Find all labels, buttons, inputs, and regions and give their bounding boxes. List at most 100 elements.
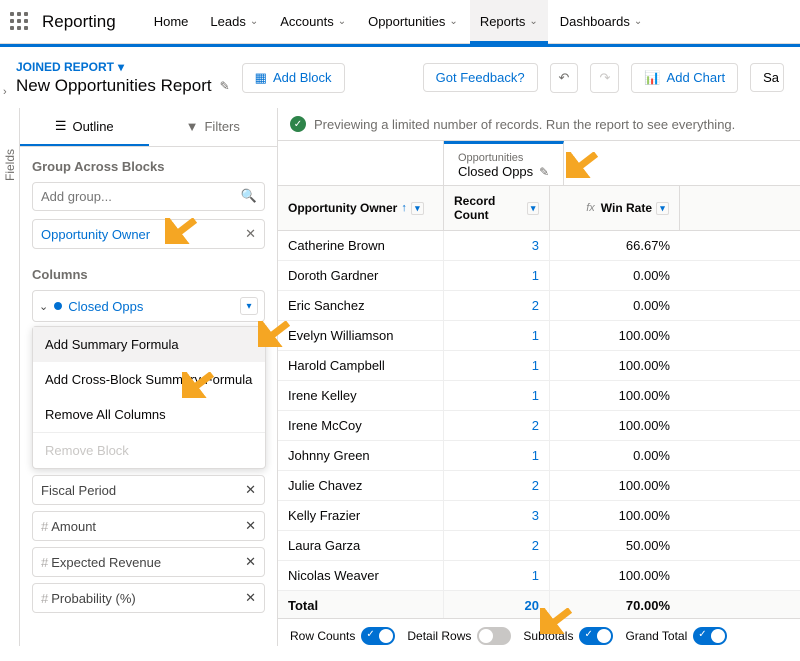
column-pill[interactable]: #Probability (%)✕ (32, 583, 265, 613)
app-name: Reporting (42, 12, 116, 32)
cell-count[interactable]: 1 (444, 381, 550, 410)
subtotals-toggle[interactable]: ✓ (579, 627, 613, 645)
top-nav: Reporting Home Leads⌄ Accounts⌄ Opportun… (0, 0, 800, 44)
redo-button[interactable]: ↷ (590, 63, 619, 93)
column-pill[interactable]: #Expected Revenue✕ (32, 547, 265, 577)
table-row: Catherine Brown366.67% (278, 231, 800, 261)
group-pill-opportunity-owner[interactable]: Opportunity Owner ✕ (32, 219, 265, 249)
block-color-dot (54, 302, 62, 310)
cell-winrate: 100.00% (550, 381, 680, 410)
fields-rail[interactable]: › Fields (0, 108, 20, 646)
cell-owner: Julie Chavez (278, 471, 444, 500)
cell-winrate: 100.00% (550, 411, 680, 440)
cell-owner: Irene McCoy (278, 411, 444, 440)
nav-dashboards[interactable]: Dashboards⌄ (550, 0, 653, 44)
column-pill[interactable]: #Amount✕ (32, 511, 265, 541)
menu-remove-all-columns[interactable]: Remove All Columns (33, 397, 265, 432)
cell-winrate: 0.00% (550, 261, 680, 290)
chevron-down-icon: ⌄ (338, 16, 346, 27)
column-pill[interactable]: Fiscal Period✕ (32, 475, 265, 505)
sort-asc-icon: ↑ (401, 202, 407, 214)
report-header: JOINED REPORT ▾ New Opportunities Report… (0, 47, 800, 108)
add-block-icon: ▦ (255, 70, 267, 86)
cell-winrate: 50.00% (550, 531, 680, 560)
app-launcher[interactable]: Reporting (10, 12, 116, 32)
remove-group-icon[interactable]: ✕ (245, 226, 256, 242)
cell-winrate: 0.00% (550, 441, 680, 470)
cell-owner: Johnny Green (278, 441, 444, 470)
cell-winrate: 100.00% (550, 501, 680, 530)
menu-add-cross-block[interactable]: Add Cross-Block Summary Formula (33, 362, 265, 397)
subtotals-label: Subtotals (523, 629, 573, 643)
cell-owner: Harold Campbell (278, 351, 444, 380)
add-block-button[interactable]: ▦ Add Block (242, 63, 345, 93)
grand-total-label: Grand Total (625, 629, 687, 643)
outline-tab[interactable]: ☰ Outline (20, 108, 149, 146)
save-button[interactable]: Sa (750, 63, 784, 92)
table-row: Harold Campbell1100.00% (278, 351, 800, 381)
caret-down-icon: ▾ (118, 60, 124, 74)
nav-reports[interactable]: Reports⌄ (470, 0, 548, 44)
edit-title-icon[interactable]: ✎ (220, 79, 230, 93)
search-icon: 🔍 (241, 188, 257, 204)
cell-total-count[interactable]: 20 (444, 591, 550, 620)
remove-column-icon[interactable]: ✕ (245, 590, 256, 606)
cell-count[interactable]: 1 (444, 321, 550, 350)
remove-column-icon[interactable]: ✕ (245, 518, 256, 534)
footer-toggles: Row Counts✓ Detail Rows Subtotals✓ Grand… (278, 618, 800, 652)
add-chart-button[interactable]: 📊Add Chart (631, 63, 738, 93)
nav-opportunities[interactable]: Opportunities⌄ (358, 0, 468, 44)
fields-rail-label: Fields (3, 149, 17, 181)
table-row: Irene McCoy2100.00% (278, 411, 800, 441)
edit-block-icon[interactable]: ✎ (539, 165, 549, 179)
block-menu-button[interactable]: ▾ (240, 297, 258, 315)
cell-count[interactable]: 1 (444, 351, 550, 380)
grand-total-toggle[interactable]: ✓ (693, 627, 727, 645)
cell-count[interactable]: 3 (444, 501, 550, 530)
col-header-owner[interactable]: Opportunity Owner ↑ ▾ (278, 186, 444, 230)
cell-count[interactable]: 2 (444, 291, 550, 320)
chevron-down-icon: ⌄ (529, 16, 537, 27)
col-menu-icon[interactable]: ▾ (656, 202, 669, 215)
col-header-record-count[interactable]: Record Count ▾ (444, 186, 550, 230)
cell-winrate: 0.00% (550, 291, 680, 320)
cell-count[interactable]: 1 (444, 261, 550, 290)
feedback-button[interactable]: Got Feedback? (423, 63, 538, 92)
cell-winrate: 100.00% (550, 561, 680, 590)
col-menu-icon[interactable]: ▾ (411, 202, 424, 215)
cell-count[interactable]: 3 (444, 231, 550, 260)
table-row: Johnny Green10.00% (278, 441, 800, 471)
cell-count[interactable]: 2 (444, 531, 550, 560)
cell-count[interactable]: 1 (444, 561, 550, 590)
cell-total-winrate: 70.00% (550, 591, 680, 620)
nav-home[interactable]: Home (144, 0, 199, 44)
detail-rows-toggle[interactable] (477, 627, 511, 645)
col-header-win-rate[interactable]: fxWin Rate ▾ (550, 186, 680, 230)
table-row: Julie Chavez2100.00% (278, 471, 800, 501)
block-header-closed-opps[interactable]: ⌄ Closed Opps ▾ (32, 290, 265, 322)
group-section-label: Group Across Blocks (32, 159, 265, 174)
cell-count[interactable]: 2 (444, 471, 550, 500)
block-tab-closed-opps[interactable]: Opportunities Closed Opps✎ (444, 141, 564, 185)
cell-count[interactable]: 2 (444, 411, 550, 440)
cell-owner: Nicolas Weaver (278, 561, 444, 590)
cell-owner: Eric Sanchez (278, 291, 444, 320)
menu-remove-block: Remove Block (33, 433, 265, 468)
filters-tab[interactable]: ▼ Filters (149, 108, 278, 146)
menu-add-summary-formula[interactable]: Add Summary Formula (33, 327, 265, 362)
remove-column-icon[interactable]: ✕ (245, 482, 256, 498)
add-group-input[interactable] (32, 182, 265, 211)
remove-column-icon[interactable]: ✕ (245, 554, 256, 570)
chevron-down-icon: ⌄ (634, 16, 642, 27)
cell-count[interactable]: 1 (444, 441, 550, 470)
row-counts-toggle[interactable]: ✓ (361, 627, 395, 645)
chevron-down-icon: ⌄ (449, 16, 457, 27)
chevron-down-icon: ⌄ (250, 16, 258, 27)
col-menu-icon[interactable]: ▾ (527, 202, 539, 215)
report-preview: ✓ Previewing a limited number of records… (278, 108, 800, 646)
report-type-badge[interactable]: JOINED REPORT ▾ (16, 60, 124, 74)
nav-leads[interactable]: Leads⌄ (200, 0, 268, 44)
undo-button[interactable]: ↶ (550, 63, 579, 93)
table-row: Nicolas Weaver1100.00% (278, 561, 800, 591)
nav-accounts[interactable]: Accounts⌄ (270, 0, 356, 44)
